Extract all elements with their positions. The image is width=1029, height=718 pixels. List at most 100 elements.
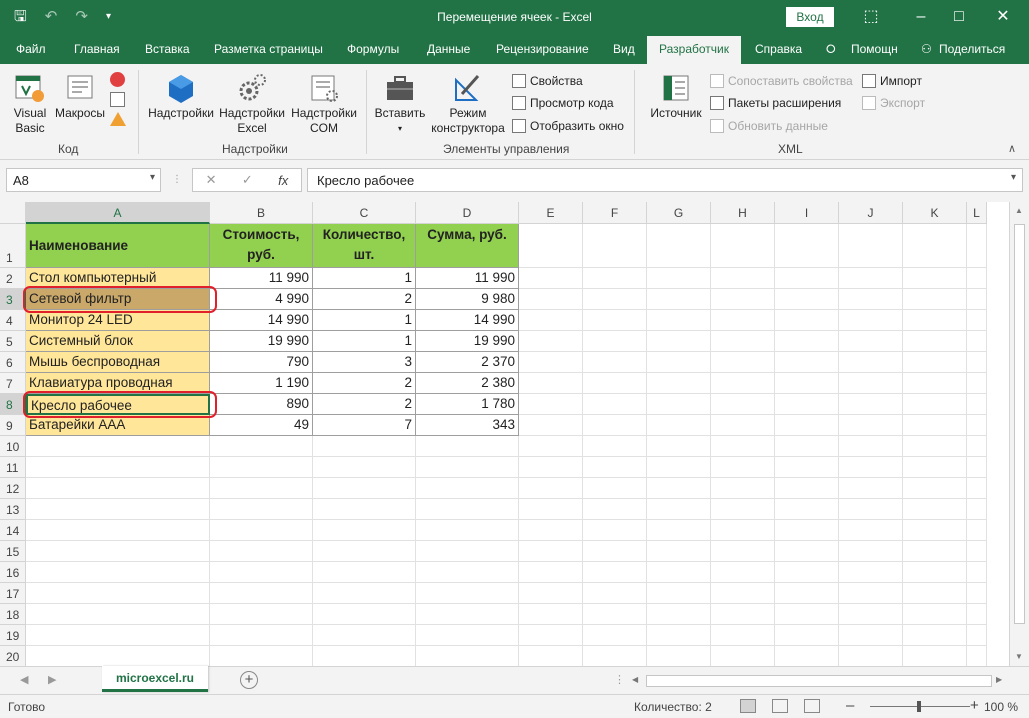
column-header-e[interactable]: E: [519, 202, 583, 224]
table-cell[interactable]: 1 190: [210, 373, 313, 394]
row-header-1[interactable]: 1: [0, 224, 26, 268]
table-header-cell[interactable]: Стоимость, руб.: [210, 224, 313, 268]
item-name-cell[interactable]: Монитор 24 LED: [26, 310, 210, 331]
addins-button[interactable]: Надстройки: [146, 72, 216, 121]
tab-page-layout[interactable]: Разметка страницы: [214, 42, 323, 56]
table-cell[interactable]: 1: [313, 268, 416, 289]
design-mode-button[interactable]: Режим конструктора: [428, 72, 508, 136]
tab-file[interactable]: Файл: [16, 42, 46, 56]
row-header-12[interactable]: 12: [0, 478, 26, 499]
tab-developer[interactable]: Разработчик: [647, 36, 741, 64]
page-layout-view-icon[interactable]: [772, 699, 788, 713]
chevron-down-icon[interactable]: ▾: [150, 172, 155, 183]
scroll-right-icon[interactable]: ▶: [996, 675, 1002, 684]
item-name-cell[interactable]: Системный блок: [26, 331, 210, 352]
ribbon-display-icon[interactable]: ⬚: [856, 6, 886, 28]
table-cell[interactable]: 2: [313, 394, 416, 415]
sheet-tab[interactable]: microexcel.ru: [102, 666, 208, 692]
row-header-9[interactable]: 9: [0, 415, 26, 436]
insert-control-button[interactable]: Вставить ▾: [372, 72, 428, 136]
close-icon[interactable]: ✕: [988, 6, 1018, 28]
row-header-13[interactable]: 13: [0, 499, 26, 520]
table-cell[interactable]: 19 990: [210, 331, 313, 352]
collapse-ribbon-icon[interactable]: ∧: [1008, 142, 1016, 155]
maximize-icon[interactable]: □: [944, 6, 974, 28]
table-header-cell[interactable]: Сумма, руб.: [416, 224, 519, 268]
row-header-4[interactable]: 4: [0, 310, 26, 331]
table-header-cell[interactable]: Количество, шт.: [313, 224, 416, 268]
table-cell[interactable]: 49: [210, 415, 313, 436]
row-header-6[interactable]: 6: [0, 352, 26, 373]
row-header-18[interactable]: 18: [0, 604, 26, 625]
table-cell[interactable]: 2: [313, 289, 416, 310]
insert-function-icon[interactable]: fx: [278, 173, 288, 188]
minimize-icon[interactable]: –: [906, 6, 936, 28]
column-header-h[interactable]: H: [711, 202, 775, 224]
column-header-a[interactable]: A: [26, 202, 210, 224]
table-cell[interactable]: 1 780: [416, 394, 519, 415]
name-box[interactable]: A8 ▾: [6, 168, 161, 192]
table-cell[interactable]: 4 990: [210, 289, 313, 310]
select-all-corner[interactable]: [0, 202, 26, 224]
column-header-d[interactable]: D: [416, 202, 519, 224]
table-cell[interactable]: 2: [313, 373, 416, 394]
table-cell[interactable]: 19 990: [416, 331, 519, 352]
column-header-g[interactable]: G: [647, 202, 711, 224]
horizontal-scrollbar[interactable]: ◀ ▶: [630, 673, 1008, 689]
tab-home[interactable]: Главная: [74, 42, 120, 56]
row-header-16[interactable]: 16: [0, 562, 26, 583]
next-sheet-icon[interactable]: ▶: [48, 673, 56, 686]
zoom-slider-thumb[interactable]: [917, 701, 921, 712]
row-header-15[interactable]: 15: [0, 541, 26, 562]
properties-button[interactable]: Свойства: [512, 72, 583, 90]
table-cell[interactable]: 14 990: [416, 310, 519, 331]
table-cell[interactable]: 7: [313, 415, 416, 436]
tab-tell-me[interactable]: Помощн: [851, 42, 898, 56]
zoom-level[interactable]: 100 %: [984, 700, 1018, 714]
macros-button[interactable]: Макросы: [52, 72, 108, 121]
scroll-down-icon[interactable]: ▼: [1015, 652, 1023, 661]
column-header-l[interactable]: L: [967, 202, 987, 224]
table-header-cell[interactable]: Наименование: [26, 224, 210, 268]
column-header-f[interactable]: F: [583, 202, 647, 224]
prev-sheet-icon[interactable]: ◀: [20, 673, 28, 686]
expansion-packs-button[interactable]: Пакеты расширения: [710, 94, 841, 112]
tab-help[interactable]: Справка: [755, 42, 802, 56]
table-cell[interactable]: 3: [313, 352, 416, 373]
add-sheet-icon[interactable]: +: [240, 671, 258, 689]
cancel-icon[interactable]: ✕: [206, 172, 217, 188]
record-macro-icon[interactable]: [110, 72, 125, 87]
row-header-14[interactable]: 14: [0, 520, 26, 541]
visual-basic-button[interactable]: Visual Basic: [8, 72, 52, 136]
table-cell[interactable]: 2 370: [416, 352, 519, 373]
page-break-view-icon[interactable]: [804, 699, 820, 713]
column-header-k[interactable]: K: [903, 202, 967, 224]
table-cell[interactable]: 343: [416, 415, 519, 436]
scroll-up-icon[interactable]: ▲: [1015, 206, 1023, 215]
table-cell[interactable]: 2 380: [416, 373, 519, 394]
view-code-button[interactable]: Просмотр кода: [512, 94, 614, 112]
xml-source-button[interactable]: Источник: [644, 72, 708, 121]
enter-icon[interactable]: ✓: [242, 172, 253, 188]
column-header-b[interactable]: B: [210, 202, 313, 224]
item-name-cell[interactable]: Батарейки AAA: [26, 415, 210, 436]
scroll-left-icon[interactable]: ◀: [632, 675, 638, 684]
share-icon[interactable]: ⚇: [921, 42, 932, 56]
share-button[interactable]: Поделиться: [939, 42, 1005, 56]
table-cell[interactable]: 11 990: [416, 268, 519, 289]
zoom-out-icon[interactable]: –: [846, 697, 854, 714]
row-header-11[interactable]: 11: [0, 457, 26, 478]
table-cell[interactable]: 890: [210, 394, 313, 415]
table-cell[interactable]: 1: [313, 331, 416, 352]
signin-button[interactable]: Вход: [786, 7, 834, 27]
normal-view-icon[interactable]: [740, 699, 756, 713]
formula-input[interactable]: Кресло рабочее ▾: [307, 168, 1023, 192]
tab-insert[interactable]: Вставка: [145, 42, 190, 56]
horizontal-scroll-thumb[interactable]: [646, 675, 992, 687]
vertical-scrollbar[interactable]: ▲ ▼: [1009, 202, 1029, 666]
sheet-splitter[interactable]: ⋮: [614, 673, 625, 686]
excel-addins-button[interactable]: Надстройки Excel: [216, 72, 288, 136]
table-cell[interactable]: 9 980: [416, 289, 519, 310]
xml-import-button[interactable]: Импорт: [862, 72, 922, 90]
run-dialog-button[interactable]: Отобразить окно: [512, 117, 624, 135]
